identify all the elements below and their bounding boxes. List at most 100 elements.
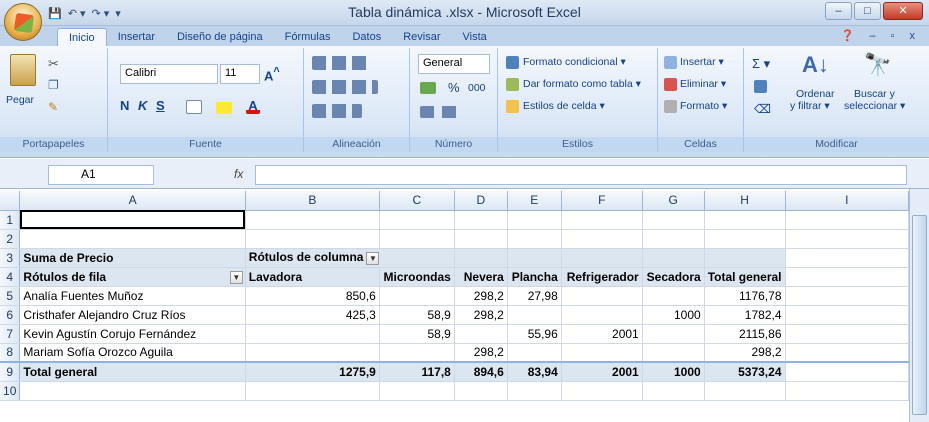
- paste-icon[interactable]: [10, 54, 36, 86]
- cell[interactable]: [785, 210, 909, 230]
- cell[interactable]: 58,9: [379, 324, 455, 344]
- grow-font-icon[interactable]: A^: [264, 66, 280, 83]
- copy-icon[interactable]: ❐: [48, 78, 59, 92]
- cell[interactable]: [561, 343, 643, 363]
- cell[interactable]: 2001: [561, 324, 643, 344]
- cell[interactable]: [379, 381, 455, 401]
- cell[interactable]: [642, 381, 705, 401]
- cell[interactable]: 298,2: [454, 343, 508, 363]
- borders-icon[interactable]: [186, 100, 202, 114]
- number-format-select[interactable]: General: [418, 54, 490, 74]
- cell[interactable]: [454, 248, 508, 268]
- pivot-value-label[interactable]: Suma de Precio: [19, 248, 246, 268]
- cell[interactable]: [642, 324, 705, 344]
- autosum-button[interactable]: Σ ▾: [752, 56, 770, 72]
- cell[interactable]: 55,96: [507, 324, 562, 344]
- clear-icon[interactable]: ⌫: [754, 102, 771, 116]
- column-header[interactable]: A: [19, 191, 246, 211]
- column-header[interactable]: H: [704, 191, 786, 211]
- cell[interactable]: [245, 324, 380, 344]
- cell[interactable]: [379, 210, 455, 230]
- row-header[interactable]: 10: [0, 381, 21, 401]
- tab-insertar[interactable]: Insertar: [107, 28, 166, 46]
- thousands-button[interactable]: 000: [468, 82, 486, 94]
- italic-button[interactable]: K: [138, 98, 147, 113]
- column-header[interactable]: B: [245, 191, 380, 211]
- pivot-row-label[interactable]: Mariam Sofía Orozco Aguila: [19, 343, 246, 363]
- tab-vista[interactable]: Vista: [452, 28, 498, 46]
- filter-dropdown-icon[interactable]: ▼: [229, 270, 243, 284]
- find-select-icon[interactable]: 🔭: [864, 52, 891, 78]
- tab-diseno-de-pagina[interactable]: Diseño de página: [166, 28, 274, 46]
- pivot-grand-total-label[interactable]: Total general: [19, 361, 246, 382]
- column-header[interactable]: G: [642, 191, 705, 211]
- row-header[interactable]: 8: [0, 343, 21, 363]
- row-header[interactable]: 2: [0, 229, 21, 249]
- cell[interactable]: [704, 229, 786, 249]
- column-header[interactable]: F: [561, 191, 643, 211]
- sort-filter-label-2[interactable]: y filtrar ▾: [790, 100, 830, 112]
- font-name-select[interactable]: Calibri: [120, 64, 218, 84]
- cell[interactable]: [785, 343, 909, 363]
- row-header[interactable]: 9: [0, 361, 21, 382]
- font-size-select[interactable]: 11: [220, 64, 260, 84]
- pivot-row-label[interactable]: Cristhafer Alejandro Cruz Ríos: [19, 305, 246, 325]
- cell[interactable]: 5373,24: [704, 361, 786, 382]
- paste-button[interactable]: Pegar: [6, 94, 34, 106]
- find-select-label-2[interactable]: seleccionar ▾: [844, 100, 905, 112]
- row-header[interactable]: 4: [0, 267, 21, 287]
- cell[interactable]: [19, 229, 246, 249]
- cell[interactable]: [785, 324, 909, 344]
- bold-button[interactable]: N: [120, 98, 129, 113]
- cell[interactable]: 1000: [642, 305, 705, 325]
- cell[interactable]: [642, 248, 705, 268]
- format-cells-button[interactable]: Formato ▾: [680, 100, 727, 112]
- currency-icon[interactable]: [420, 82, 436, 94]
- cell[interactable]: [507, 381, 562, 401]
- minimize-button[interactable]: –: [825, 2, 852, 20]
- percent-button[interactable]: %: [448, 80, 460, 95]
- cell[interactable]: 298,2: [454, 305, 508, 325]
- cell[interactable]: 425,3: [245, 305, 380, 325]
- find-select-label[interactable]: Buscar y: [854, 88, 895, 100]
- cut-icon[interactable]: ✂: [48, 56, 59, 72]
- column-header[interactable]: D: [454, 191, 508, 211]
- cell[interactable]: 1782,4: [704, 305, 786, 325]
- cell[interactable]: [561, 210, 643, 230]
- cell[interactable]: [507, 343, 562, 363]
- cell[interactable]: [704, 381, 786, 401]
- cell[interactable]: [642, 229, 705, 249]
- cell[interactable]: [642, 286, 705, 306]
- cell[interactable]: 850,6: [245, 286, 380, 306]
- office-button[interactable]: [4, 3, 42, 41]
- insert-cells-button[interactable]: Insertar ▾: [680, 56, 724, 68]
- cell[interactable]: [561, 248, 643, 268]
- cell[interactable]: 1176,78: [704, 286, 786, 306]
- column-header[interactable]: C: [379, 191, 455, 211]
- cell[interactable]: [507, 210, 562, 230]
- cell[interactable]: 58,9: [379, 305, 455, 325]
- pivot-row-label[interactable]: Analía Fuentes Muñoz: [19, 286, 246, 306]
- cell-styles-button[interactable]: Estilos de celda ▾: [523, 100, 605, 112]
- cell[interactable]: [245, 210, 380, 230]
- cell[interactable]: [785, 381, 909, 401]
- cell[interactable]: [785, 305, 909, 325]
- conditional-format-button[interactable]: Formato condicional ▾: [523, 56, 626, 68]
- cell[interactable]: [704, 248, 786, 268]
- cell[interactable]: [379, 229, 455, 249]
- cell[interactable]: [785, 286, 909, 306]
- cell[interactable]: [704, 210, 786, 230]
- cell[interactable]: 27,98: [507, 286, 562, 306]
- cell[interactable]: [561, 286, 643, 306]
- formula-input[interactable]: [255, 165, 907, 185]
- restore-button[interactable]: □: [854, 2, 881, 20]
- cell[interactable]: [642, 210, 705, 230]
- delete-cells-button[interactable]: Eliminar ▾: [680, 78, 726, 90]
- cell[interactable]: [785, 361, 909, 382]
- cell[interactable]: [454, 324, 508, 344]
- cell[interactable]: [561, 381, 643, 401]
- format-painter-icon[interactable]: ✎: [48, 100, 58, 114]
- pivot-column-header[interactable]: Nevera: [454, 267, 508, 287]
- row-header[interactable]: 5: [0, 286, 21, 306]
- cell[interactable]: 1000: [642, 361, 705, 382]
